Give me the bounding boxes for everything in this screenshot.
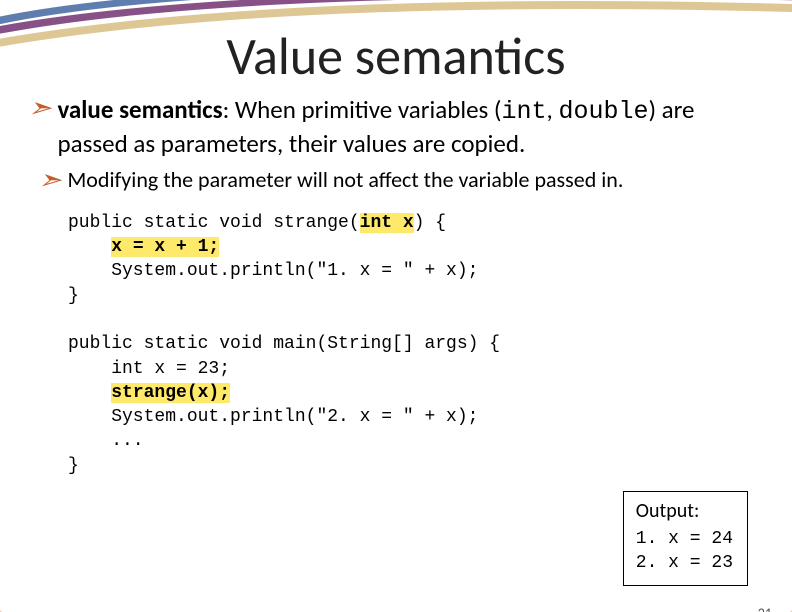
slide-body: ➣ value semantics: When primitive variab… <box>28 94 764 478</box>
output-values: 1. x = 24 2. x = 23 <box>636 528 733 575</box>
bullet-2-text: Modifying the parameter will not affect … <box>67 166 623 194</box>
highlight: x = x + 1; <box>111 237 219 257</box>
bullet-2: ➣ Modifying the parameter will not affec… <box>38 166 764 197</box>
highlight: int x <box>360 213 414 233</box>
term: value semantics <box>57 94 222 125</box>
highlight: strange(x); <box>111 383 230 403</box>
bullet-icon: ➣ <box>38 166 61 197</box>
output-label: Output: <box>636 498 733 524</box>
bullet-1-text: value semantics: When primitive variable… <box>57 94 764 160</box>
slide: Value semantics ➣ value semantics: When … <box>0 24 792 612</box>
bullet-icon: ➣ <box>28 94 51 125</box>
code-block: public static void strange(int x) { x = … <box>68 211 764 478</box>
bullet-1: ➣ value semantics: When primitive variab… <box>28 94 764 160</box>
output-box: Output: 1. x = 24 2. x = 23 <box>623 491 748 586</box>
slide-title: Value semantics <box>0 24 792 88</box>
